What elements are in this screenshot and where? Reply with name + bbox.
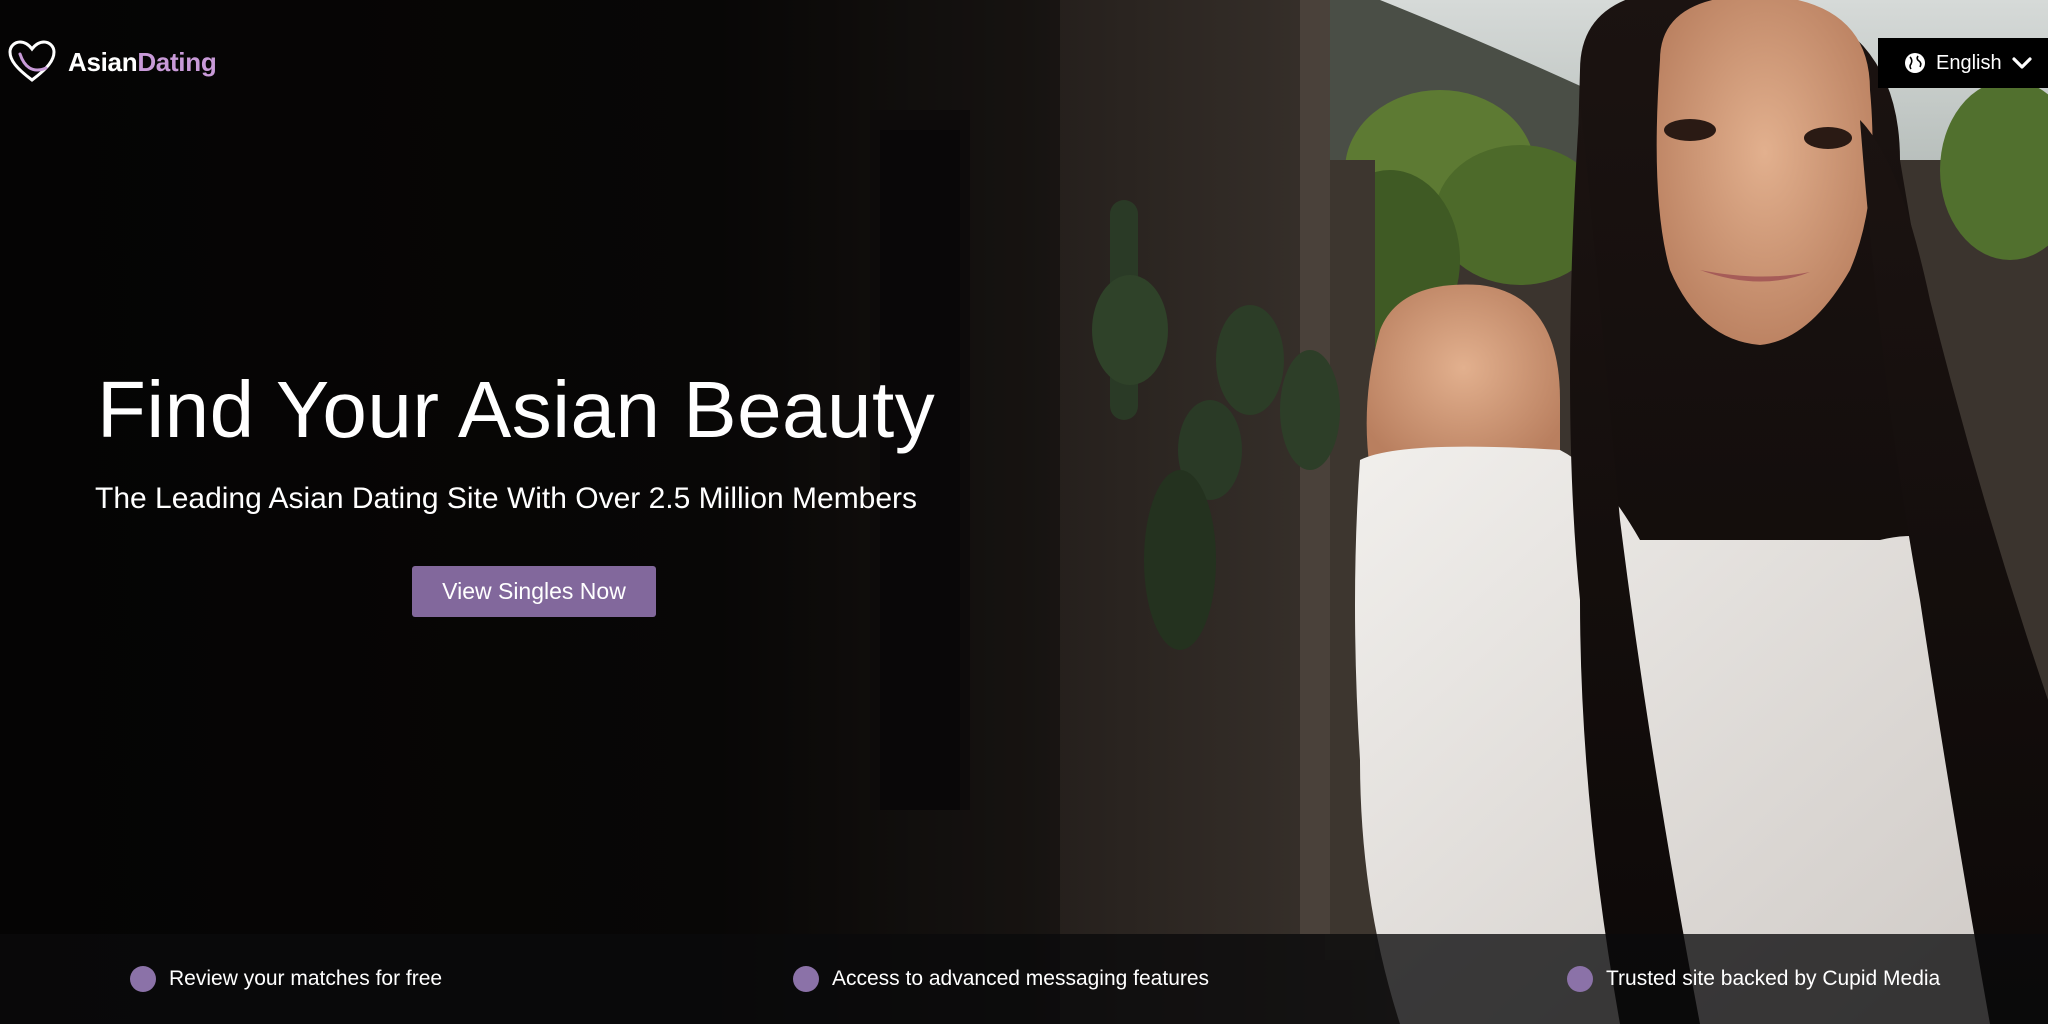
feature-label: Access to advanced messaging features bbox=[832, 967, 1210, 990]
logo-text-asian: Asian bbox=[68, 46, 138, 77]
feature-item: Review your matches for free bbox=[130, 964, 442, 994]
features-bar: Review your matches for free Access to a… bbox=[0, 934, 2048, 1024]
hero-headline: Find Your Asian Beauty bbox=[97, 365, 936, 454]
site-logo[interactable]: AsianDating bbox=[6, 38, 217, 86]
globe-icon bbox=[1905, 53, 1925, 73]
view-singles-button[interactable]: View Singles Now bbox=[412, 566, 656, 617]
feature-label: Review your matches for free bbox=[169, 967, 443, 990]
bullet-dot-icon bbox=[793, 966, 819, 992]
hero-subheadline: The Leading Asian Dating Site With Over … bbox=[95, 482, 918, 515]
logo-wordmark: AsianDating bbox=[68, 46, 217, 78]
heart-logo-icon bbox=[8, 40, 56, 82]
bullet-dot-icon bbox=[1567, 966, 1593, 992]
logo-text-dating: Dating bbox=[137, 46, 217, 77]
feature-label: Trusted site backed by Cupid Media bbox=[1606, 967, 1941, 990]
language-selector[interactable]: English bbox=[1878, 38, 2048, 88]
language-label: English bbox=[1936, 51, 2002, 74]
feature-item: Trusted site backed by Cupid Media bbox=[1567, 964, 1940, 994]
feature-item: Access to advanced messaging features bbox=[793, 964, 1209, 994]
chevron-down-icon bbox=[2012, 57, 2032, 69]
bullet-dot-icon bbox=[130, 966, 156, 992]
